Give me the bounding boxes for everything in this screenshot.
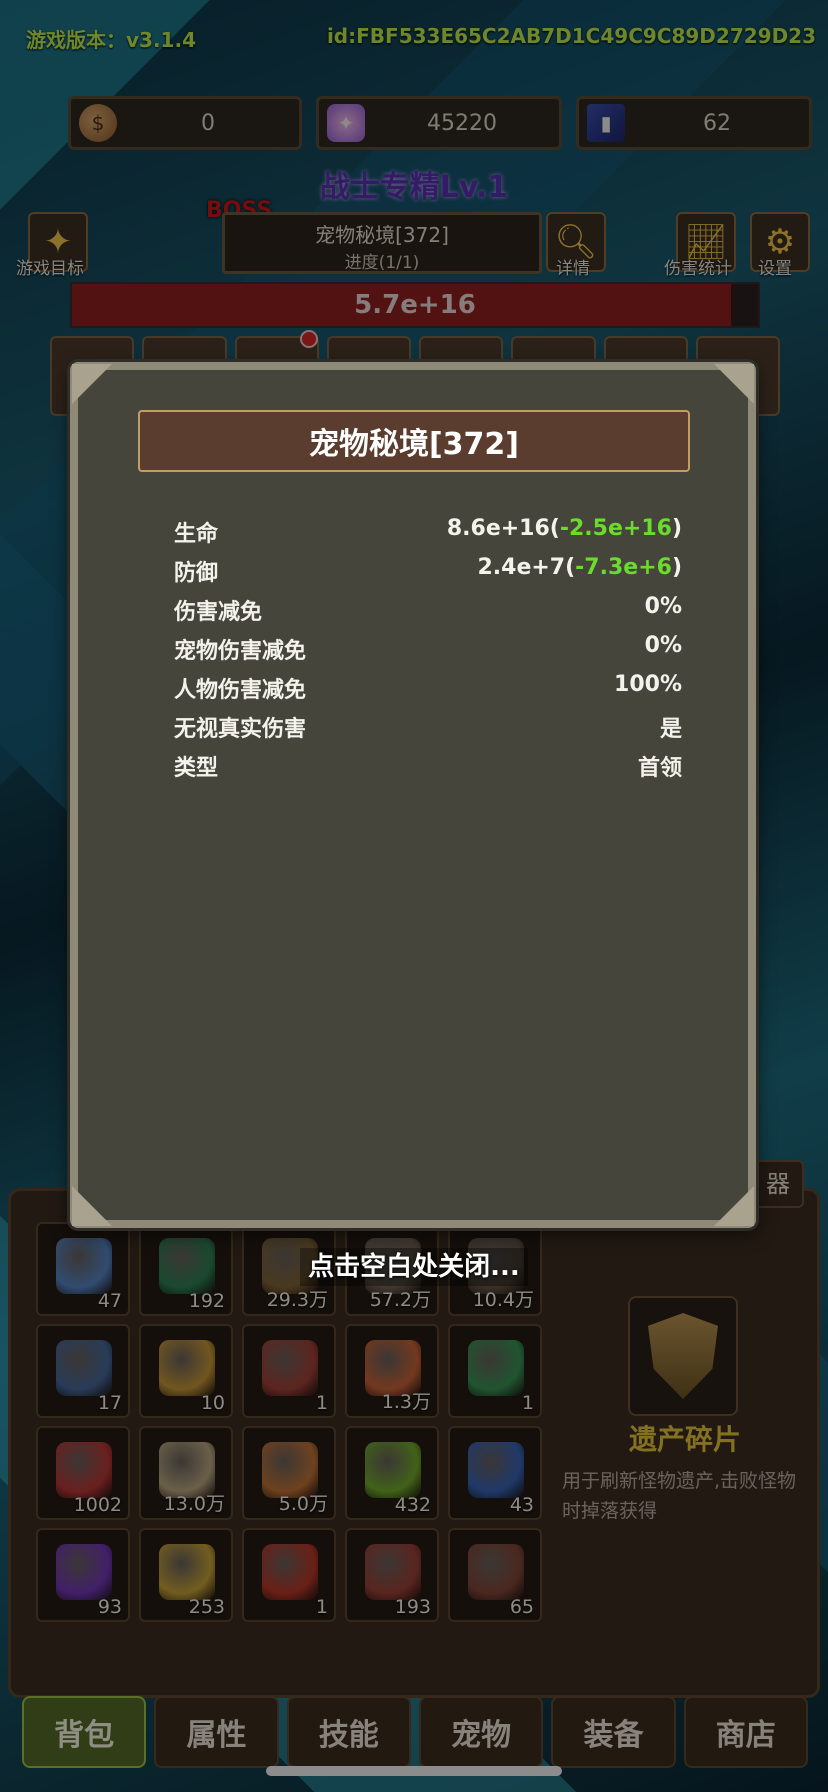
stat-row: 宠物伤害减免 0% bbox=[174, 633, 682, 672]
stat-value: 0% bbox=[645, 594, 682, 633]
modal-title: 宠物秘境[372] bbox=[138, 410, 690, 472]
stat-label: 伤害减免 bbox=[174, 600, 263, 625]
stat-value-main: 100% bbox=[614, 672, 682, 697]
stat-value: 8.6e+16(-2.5e+16) bbox=[447, 516, 682, 555]
stat-delta: -2.5e+16 bbox=[559, 516, 672, 541]
modal-corner bbox=[72, 1186, 112, 1226]
stat-value-main: 首领 bbox=[637, 756, 682, 781]
close-hint-text: 点击空白处关闭... bbox=[300, 1248, 528, 1286]
stat-delta-close: ) bbox=[671, 516, 682, 541]
stat-row: 生命 8.6e+16(-2.5e+16) bbox=[174, 516, 682, 555]
stats-list: 生命 8.6e+16(-2.5e+16) 防御 2.4e+7(-7.3e+6) 伤害减免… bbox=[174, 516, 682, 789]
stat-value-main: 0% bbox=[644, 594, 682, 619]
stat-label: 类型 bbox=[174, 756, 219, 781]
close-hint: 点击空白处关闭... bbox=[0, 1246, 828, 1286]
stat-value-main: 8.6e+16( bbox=[446, 516, 560, 541]
stage-info-modal: 宠物秘境[372] 生命 8.6e+16(-2.5e+16) 防御 2.4e+7(-7… bbox=[70, 362, 756, 1228]
modal-corner bbox=[72, 364, 112, 404]
modal-corner bbox=[714, 1186, 754, 1226]
stat-value: 是 bbox=[660, 711, 682, 750]
stat-delta: -7.3e+6 bbox=[575, 555, 672, 580]
stat-value: 首领 bbox=[638, 750, 682, 789]
modal-corner bbox=[714, 364, 754, 404]
stat-row: 人物伤害减免 100% bbox=[174, 672, 682, 711]
stat-value-main: 2.4e+7( bbox=[477, 555, 576, 580]
stat-label: 防御 bbox=[174, 561, 219, 586]
stat-row: 无视真实伤害 是 bbox=[174, 711, 682, 750]
stat-label: 生命 bbox=[174, 522, 219, 547]
stat-value-main: 是 bbox=[659, 717, 682, 742]
stat-value: 100% bbox=[614, 672, 682, 711]
stat-delta-close: ) bbox=[671, 555, 682, 580]
stat-value-main: 0% bbox=[644, 633, 682, 658]
stat-value: 2.4e+7(-7.3e+6) bbox=[477, 555, 682, 594]
stat-label: 无视真实伤害 bbox=[174, 717, 307, 742]
stat-row: 防御 2.4e+7(-7.3e+6) bbox=[174, 555, 682, 594]
stat-row: 类型 首领 bbox=[174, 750, 682, 789]
stat-label: 宠物伤害减免 bbox=[174, 639, 307, 664]
stat-row: 伤害减免 0% bbox=[174, 594, 682, 633]
stat-label: 人物伤害减免 bbox=[174, 678, 307, 703]
stat-value: 0% bbox=[645, 633, 682, 672]
